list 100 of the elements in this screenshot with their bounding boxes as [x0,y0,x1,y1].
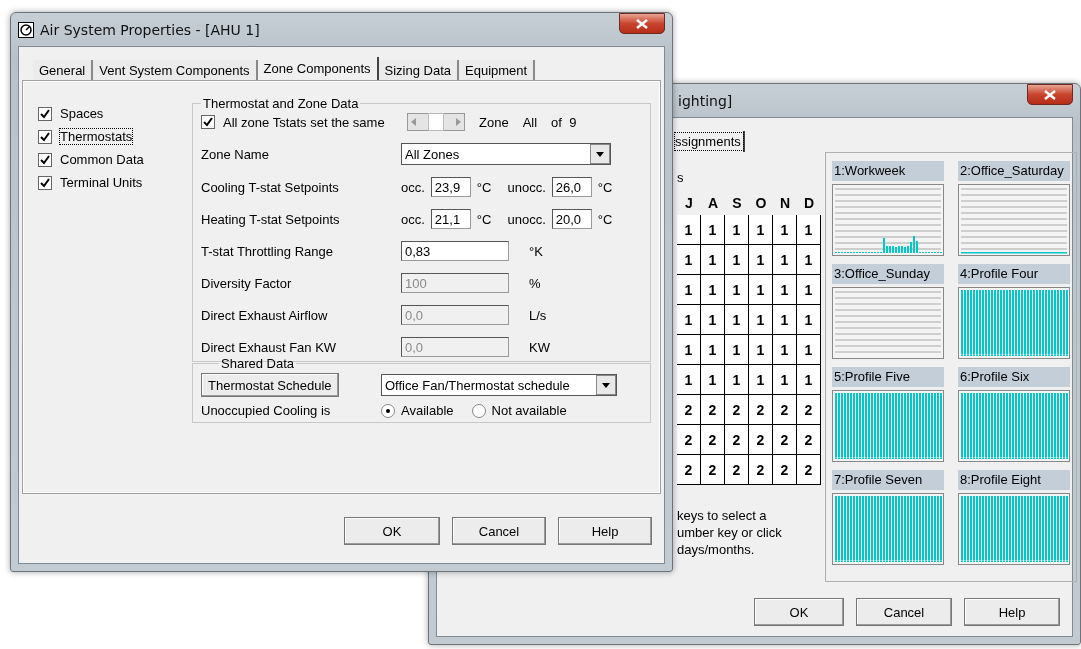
schedule-button[interactable]: Thermostat Schedule [201,373,339,397]
checkbox[interactable] [38,106,52,121]
field-label: T-stat Throttling Range [201,243,334,259]
table-cell[interactable]: 1 [797,245,821,275]
tab[interactable]: Vent System Components [93,60,258,81]
table-cell[interactable]: 2 [725,395,749,425]
table-cell[interactable]: 1 [749,215,773,245]
radio-button[interactable] [381,403,395,418]
input-field[interactable]: 0,83 [401,241,509,261]
table-cell[interactable]: 2 [725,425,749,455]
profile-title[interactable]: 8:Profile Eight [958,470,1070,490]
table-cell[interactable]: 1 [725,335,749,365]
zone-spinner[interactable] [407,113,465,131]
table-cell[interactable]: 1 [701,275,725,305]
dialog-button[interactable]: OK [344,517,440,545]
input-field[interactable]: 20,0 [551,209,592,229]
table-cell[interactable]: 1 [749,335,773,365]
table-cell[interactable]: 1 [701,215,725,245]
table-cell[interactable]: 1 [725,275,749,305]
table-cell[interactable]: 2 [797,455,821,485]
close-button[interactable] [619,13,665,34]
table-cell[interactable]: 1 [677,245,701,275]
table-cell[interactable]: 1 [677,215,701,245]
checkbox[interactable] [38,152,52,167]
table-cell[interactable]: 2 [677,455,701,485]
profile-title[interactable]: 7:Profile Seven [832,470,944,490]
occ-label: occ. [401,179,425,195]
input-field[interactable]: 23,9 [430,177,471,197]
table-cell[interactable]: 1 [773,335,797,365]
table-cell[interactable]: 1 [773,305,797,335]
table-cell[interactable]: 2 [749,425,773,455]
table-cell[interactable]: 1 [701,335,725,365]
table-cell[interactable]: 1 [725,215,749,245]
input-field[interactable]: 21,1 [430,209,471,229]
table-cell[interactable]: 1 [797,275,821,305]
profile-title[interactable]: 6:Profile Six [958,367,1070,387]
table-cell[interactable]: 2 [773,395,797,425]
table-cell[interactable]: 1 [701,305,725,335]
table-cell[interactable]: 2 [701,395,725,425]
profile-title[interactable]: 1:Workweek [832,161,944,181]
table-cell[interactable]: 1 [701,245,725,275]
table-cell[interactable]: 2 [677,395,701,425]
zone-name-dropdown[interactable]: All Zones [401,143,611,165]
table-cell[interactable]: 1 [773,275,797,305]
table-cell[interactable]: 1 [773,245,797,275]
profile-title[interactable]: 5:Profile Five [832,367,944,387]
table-cell[interactable]: 1 [677,305,701,335]
table-cell[interactable]: 1 [677,365,701,395]
table-cell[interactable]: 2 [701,425,725,455]
profile-title[interactable]: 2:Office_Saturday [958,161,1070,181]
table-cell[interactable]: 1 [749,275,773,305]
table-cell[interactable]: 2 [797,395,821,425]
unit-label: °C [597,179,613,195]
table-cell[interactable]: 1 [677,275,701,305]
tab[interactable]: Equipment [459,60,536,81]
table-cell[interactable]: 2 [773,455,797,485]
table-cell[interactable]: 2 [749,395,773,425]
table-cell[interactable]: 1 [749,305,773,335]
table-cell[interactable]: 1 [797,215,821,245]
dialog-button[interactable]: Cancel [452,517,546,545]
table-cell[interactable]: 1 [749,365,773,395]
table-cell[interactable]: 2 [725,455,749,485]
table-cell[interactable]: 1 [701,365,725,395]
table-cell[interactable]: 1 [749,245,773,275]
dialog-button[interactable]: Cancel [856,598,952,626]
table-cell[interactable]: 1 [797,365,821,395]
table-cell[interactable]: 1 [797,305,821,335]
profile-title[interactable]: 3:Office_Sunday [832,264,944,284]
column-heading: s [677,170,685,185]
schedule-dropdown[interactable]: Office Fan/Thermostat schedule [381,374,617,396]
table-cell[interactable]: 1 [677,335,701,365]
close-button[interactable] [1027,84,1073,105]
dialog-button[interactable]: OK [754,598,844,626]
table-cell[interactable]: 2 [797,425,821,455]
zone-label: Zone [479,114,509,130]
input-field[interactable]: 26,0 [551,177,592,197]
table-cell[interactable]: 1 [773,365,797,395]
checkbox[interactable] [38,129,52,144]
unit-label: KW [529,339,550,355]
table-cell[interactable]: 1 [797,335,821,365]
month-heading: N [778,195,792,211]
month-heading: S [731,195,743,211]
left-arrow-icon [411,118,416,126]
radio-button[interactable] [471,403,486,418]
profile-title[interactable]: 4:Profile Four [958,264,1070,284]
unocc-label: unocc. [507,211,546,227]
table-cell[interactable]: 2 [701,455,725,485]
table-cell[interactable]: 1 [725,245,749,275]
table-cell[interactable]: 2 [749,455,773,485]
checkbox[interactable] [38,175,52,190]
table-cell[interactable]: 2 [773,425,797,455]
dialog-button[interactable]: Help [558,517,652,545]
checkbox[interactable] [201,115,215,129]
table-cell[interactable]: 2 [677,425,701,455]
tab[interactable]: General [33,60,94,81]
table-cell[interactable]: 1 [773,215,797,245]
table-cell[interactable]: 1 [725,365,749,395]
dialog-button[interactable]: Help [964,598,1060,626]
unit-label: °C [476,211,492,227]
table-cell[interactable]: 1 [725,305,749,335]
